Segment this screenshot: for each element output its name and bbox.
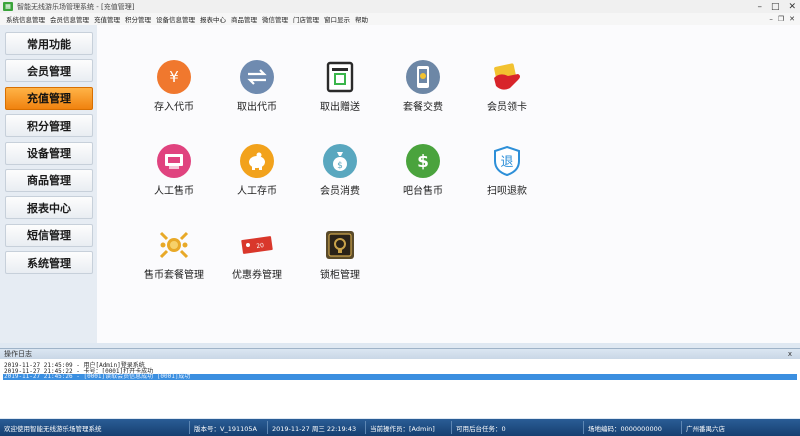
app-logo-icon: ▦ — [3, 2, 13, 11]
sidebar-item-points[interactable]: 积分管理 — [5, 114, 93, 138]
menu-help[interactable]: 帮助 — [355, 14, 368, 24]
menu-window[interactable]: 窗口显示 — [324, 14, 350, 24]
menu-recharge[interactable]: 充值管理 — [94, 14, 120, 24]
manual-sell-button[interactable]: 人工售币 — [134, 144, 214, 197]
sidebar: 常用功能 会员管理 充值管理 积分管理 设备管理 商品管理 报表中心 短信管理 … — [0, 25, 97, 343]
deposit-tokens-label: 存入代币 — [154, 102, 194, 113]
svg-text:$: $ — [417, 152, 429, 172]
sidebar-item-recharge[interactable]: 充值管理 — [5, 86, 93, 110]
manual-sell-icon — [157, 144, 191, 178]
mdi-controls: – ❐ ✕ — [769, 13, 795, 25]
status-tasks: 可用后台任务：0 — [452, 421, 584, 434]
member-spend-label: 会员消费 — [320, 186, 360, 197]
deposit-tokens-button[interactable]: ¥ 存入代币 — [134, 60, 214, 113]
scan-refund-label: 扫呗退款 — [487, 186, 527, 197]
transfer-arrows-icon — [240, 60, 274, 94]
mdi-close-icon[interactable]: ✕ — [789, 15, 795, 23]
log-header: 操作日志 x — [0, 349, 800, 359]
bar-sell-label: 吧台售币 — [403, 186, 443, 197]
mdi-minimize-icon[interactable]: – — [769, 15, 773, 23]
function-panel: ¥ 存入代币 取出代币 取出赠送 套餐交费 会员领卡 人工售币 人工存币 $ 会… — [97, 25, 800, 343]
phone-payment-icon — [406, 60, 440, 94]
withdraw-gift-button[interactable]: 取出赠送 — [300, 60, 380, 113]
menu-wechat[interactable]: 微信管理 — [262, 14, 288, 24]
dollar-coin-icon: $ — [406, 144, 440, 178]
yen-coin-icon: ¥ — [157, 60, 191, 94]
window-title: 智能无线游乐场管理系统 - [充值管理] — [17, 2, 135, 11]
member-card-label: 会员领卡 — [487, 102, 527, 113]
menu-device-info[interactable]: 设备信息管理 — [156, 14, 195, 24]
withdraw-tokens-button[interactable]: 取出代币 — [217, 60, 297, 113]
package-payment-label: 套餐交费 — [403, 102, 443, 113]
status-bar: 欢迎使用智能无线游乐场管理系统 版本号：V_191105A 2019-11-27… — [0, 419, 800, 436]
manual-sell-label: 人工售币 — [154, 186, 194, 197]
scan-refund-button[interactable]: 退 扫呗退款 — [467, 144, 547, 197]
maximize-icon[interactable]: □ — [771, 2, 780, 12]
coin-package-button[interactable]: 售币套餐管理 — [134, 228, 214, 281]
status-operator: 当前操作员：[Admin] — [366, 421, 452, 434]
status-version: 版本号：V_191105A — [190, 421, 268, 434]
status-site-code: 场地编码：0000000000 — [584, 421, 682, 434]
coin-package-icon — [157, 228, 191, 262]
withdraw-tokens-label: 取出代币 — [237, 102, 277, 113]
svg-text:退: 退 — [500, 155, 513, 170]
coupon-label: 优惠券管理 — [232, 270, 282, 281]
member-spend-button[interactable]: $ 会员消费 — [300, 144, 380, 197]
close-icon[interactable]: ✕ — [788, 2, 796, 12]
status-store: 广州番禺六店 — [686, 424, 725, 433]
sidebar-item-members[interactable]: 会员管理 — [5, 59, 93, 83]
menu-system-info[interactable]: 系统信息管理 — [6, 14, 45, 24]
locker-icon — [323, 228, 357, 262]
member-card-icon — [490, 60, 524, 94]
status-datetime: 2019-11-27 周三 22:19:43 — [268, 421, 366, 434]
status-welcome: 欢迎使用智能无线游乐场管理系统 — [0, 421, 190, 434]
sidebar-item-products[interactable]: 商品管理 — [5, 168, 93, 192]
minimize-icon[interactable]: – — [757, 2, 762, 12]
mdi-restore-icon[interactable]: ❐ — [778, 15, 784, 23]
coupon-icon: 20 — [240, 228, 274, 262]
menu-bar: 系统信息管理 会员信息管理 充值管理 积分管理 设备信息管理 报表中心 商品管理… — [0, 13, 800, 25]
window-controls: – □ ✕ — [757, 0, 796, 13]
menu-member-info[interactable]: 会员信息管理 — [50, 14, 89, 24]
coupon-button[interactable]: 20 优惠券管理 — [217, 228, 297, 281]
package-payment-button[interactable]: 套餐交费 — [383, 60, 463, 113]
menu-products[interactable]: 商品管理 — [231, 14, 257, 24]
svg-text:$: $ — [337, 161, 343, 171]
sidebar-item-sms[interactable]: 短信管理 — [5, 223, 93, 247]
sidebar-item-reports[interactable]: 报表中心 — [5, 196, 93, 220]
withdraw-gift-label: 取出赠送 — [320, 102, 360, 113]
piggy-bank-icon — [240, 144, 274, 178]
log-close-icon[interactable]: x — [788, 349, 792, 359]
refund-shield-icon: 退 — [490, 144, 524, 178]
title-bar: ▦ 智能无线游乐场管理系统 - [充值管理] – □ ✕ — [0, 0, 800, 13]
log-entry-selected[interactable]: 2019-11-27 21:45:26 - [0001]读取会员信息成功 [00… — [3, 374, 797, 380]
manual-deposit-label: 人工存币 — [237, 186, 277, 197]
manual-deposit-button[interactable]: 人工存币 — [217, 144, 297, 197]
locker-label: 锁柜管理 — [320, 270, 360, 281]
menu-stores[interactable]: 门店管理 — [293, 14, 319, 24]
bar-sell-button[interactable]: $ 吧台售币 — [383, 144, 463, 197]
menu-points[interactable]: 积分管理 — [125, 14, 151, 24]
sidebar-item-devices[interactable]: 设备管理 — [5, 141, 93, 165]
svg-text:¥: ¥ — [169, 68, 179, 86]
log-title: 操作日志 — [4, 350, 32, 358]
sidebar-item-system[interactable]: 系统管理 — [5, 251, 93, 275]
coin-package-label: 售币套餐管理 — [144, 270, 204, 281]
locker-button[interactable]: 锁柜管理 — [300, 228, 380, 281]
svg-text:20: 20 — [256, 242, 265, 250]
sidebar-item-common[interactable]: 常用功能 — [5, 32, 93, 55]
money-bag-icon: $ — [323, 144, 357, 178]
member-card-button[interactable]: 会员领卡 — [467, 60, 547, 113]
menu-reports[interactable]: 报表中心 — [200, 14, 226, 24]
atm-machine-icon — [323, 60, 357, 94]
operation-log-panel: 操作日志 x 2019-11-27 21:45:09 - 用户[Admin]登录… — [0, 348, 800, 418]
